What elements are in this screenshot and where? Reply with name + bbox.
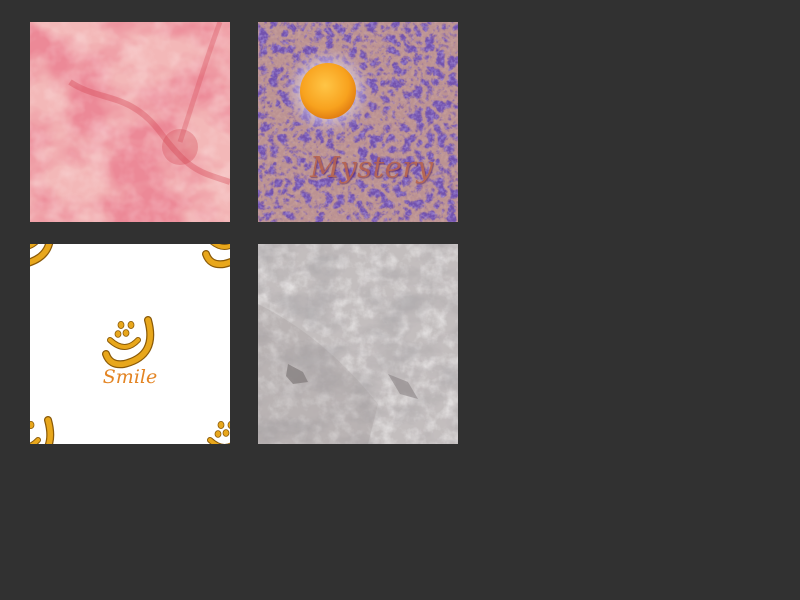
smiley-pattern: [30, 244, 230, 444]
gray-stone-texture: [258, 244, 458, 444]
gray-stone-tile[interactable]: [258, 244, 458, 444]
purple-texture-sun: [258, 22, 458, 222]
smile-label: Smile: [102, 366, 158, 388]
sun-icon: [300, 63, 356, 119]
smile-tile[interactable]: Smile: [30, 244, 230, 444]
mystery-tile[interactable]: Mystery: [258, 22, 458, 222]
texture-gallery: Mystery Smile: [0, 0, 800, 600]
pink-marble-texture: [30, 22, 230, 222]
pink-marble-tile[interactable]: [30, 22, 230, 222]
mystery-label: Mystery: [310, 150, 434, 184]
